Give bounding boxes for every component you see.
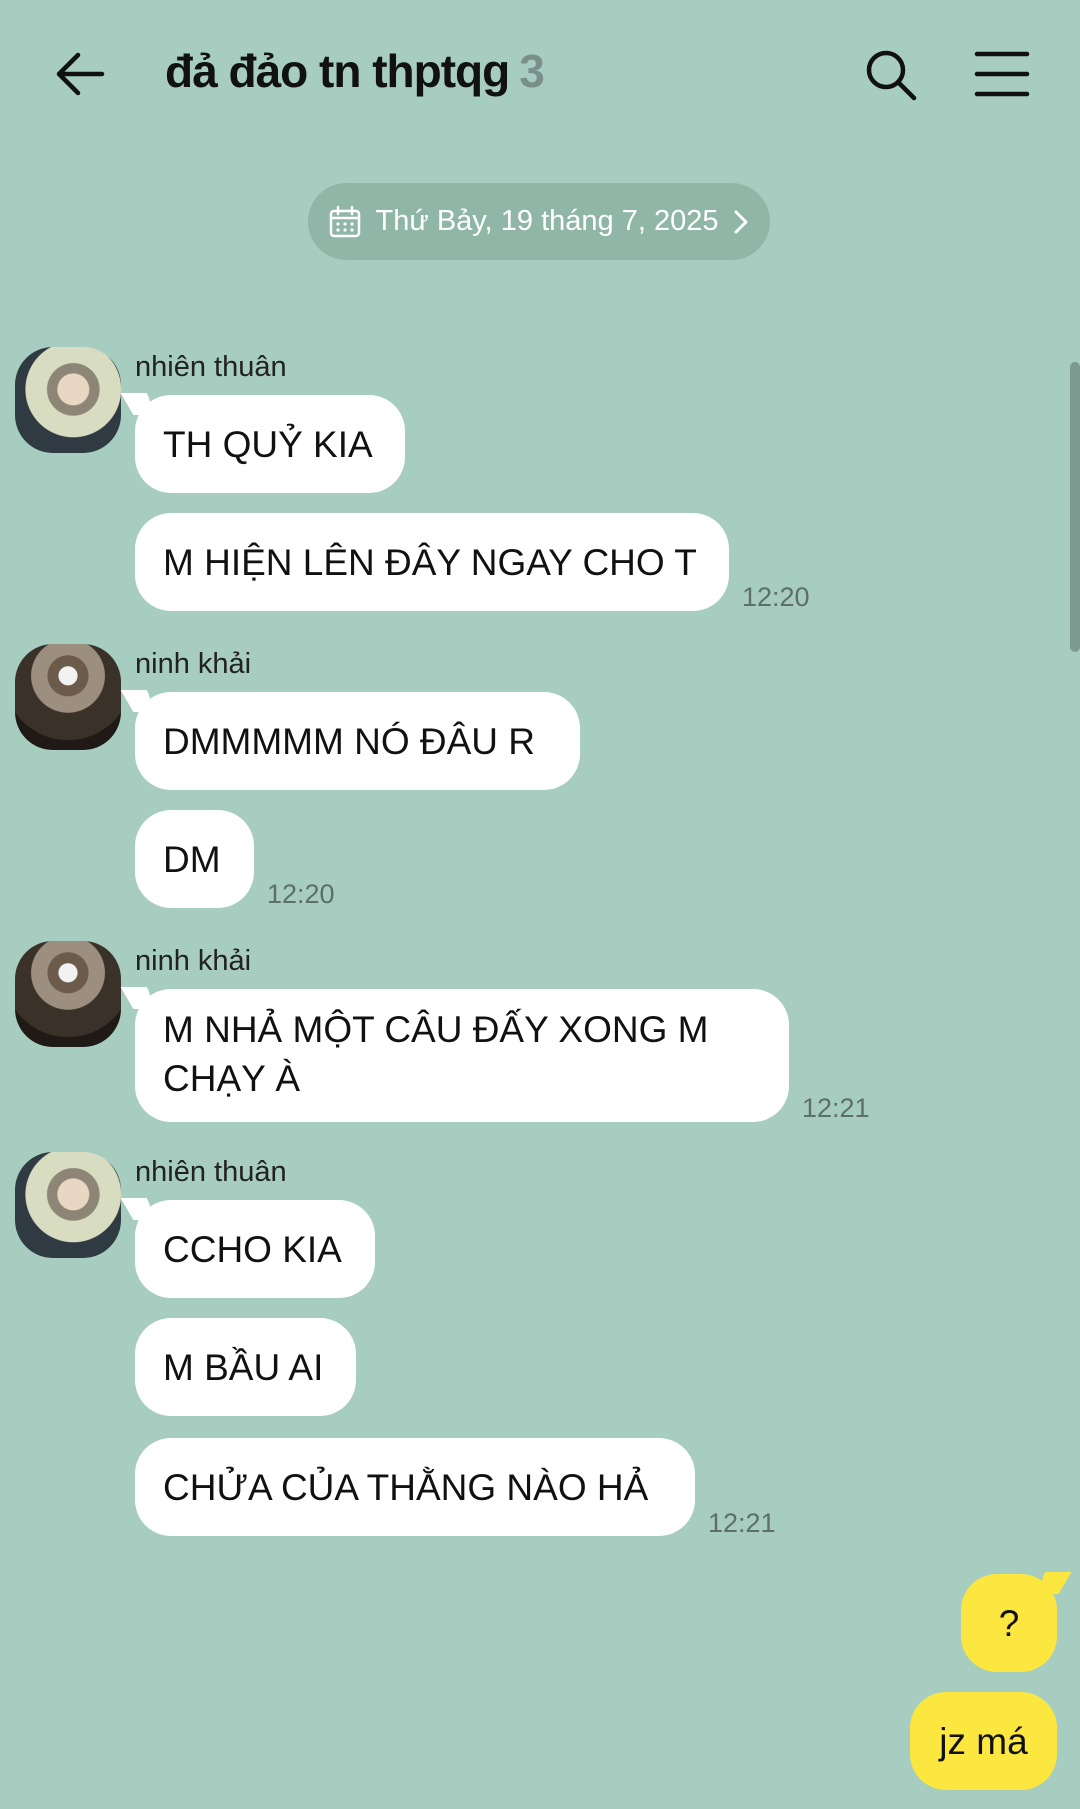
date-divider[interactable]: Thứ Bảy, 19 tháng 7, 2025 <box>308 183 770 260</box>
message-time: 12:20 <box>267 879 335 909</box>
sender-name: ninh khải <box>135 648 252 680</box>
message-bubble[interactable]: M NHẢ MỘT CÂU ĐẤY XONG M CHẠY À <box>135 989 789 1122</box>
avatar-nhien-thuan[interactable] <box>15 347 121 453</box>
message-bubble[interactable]: M BẦU AI <box>135 1318 356 1416</box>
search-icon <box>866 50 917 101</box>
message-time: 12:21 <box>708 1508 776 1538</box>
my-message-bubble[interactable]: ? <box>961 1574 1057 1672</box>
message-bubble[interactable]: TH QUỶ KIA <box>135 395 405 493</box>
avatar-nhien-thuan[interactable] <box>15 1152 121 1258</box>
message-bubble[interactable]: DMMMMM NÓ ĐÂU R <box>135 692 580 790</box>
message-bubble[interactable]: DM <box>135 810 254 908</box>
chat-title: đả đảo tn thptqg 3 <box>165 44 545 98</box>
group-name: đả đảo tn thptqg <box>165 45 510 97</box>
message-time: 12:20 <box>742 582 810 612</box>
message-time: 12:21 <box>802 1093 870 1123</box>
avatar-ninh-khai[interactable] <box>15 644 121 750</box>
member-count: 3 <box>519 45 545 97</box>
search-button[interactable] <box>862 46 922 106</box>
arrow-left-icon <box>56 52 105 96</box>
scrollbar[interactable] <box>1070 362 1080 652</box>
back-button[interactable] <box>50 44 110 104</box>
message-bubble[interactable]: CHỬA CỦA THẰNG NÀO HẢ <box>135 1438 695 1536</box>
message-bubble[interactable]: CCHO KIA <box>135 1200 375 1298</box>
menu-button[interactable] <box>972 46 1032 102</box>
date-label: Thứ Bảy, 19 tháng 7, 2025 <box>375 205 719 237</box>
hamburger-menu-icon <box>974 51 1030 97</box>
calendar-icon <box>329 205 360 237</box>
sender-name: nhiên thuân <box>135 351 287 383</box>
message-bubble[interactable]: M HIỆN LÊN ĐÂY NGAY CHO T <box>135 513 729 611</box>
avatar-ninh-khai[interactable] <box>15 941 121 1047</box>
my-message-bubble[interactable]: jz má <box>910 1692 1057 1790</box>
chevron-right-icon <box>734 210 748 233</box>
sender-name: ninh khải <box>135 945 252 977</box>
chat-screen: đả đảo tn thptqg 3 Thứ Bảy, 19 tháng 7, 2… <box>0 0 1080 1809</box>
sender-name: nhiên thuân <box>135 1156 287 1188</box>
chat-header: đả đảo tn thptqg 3 <box>0 0 1080 150</box>
